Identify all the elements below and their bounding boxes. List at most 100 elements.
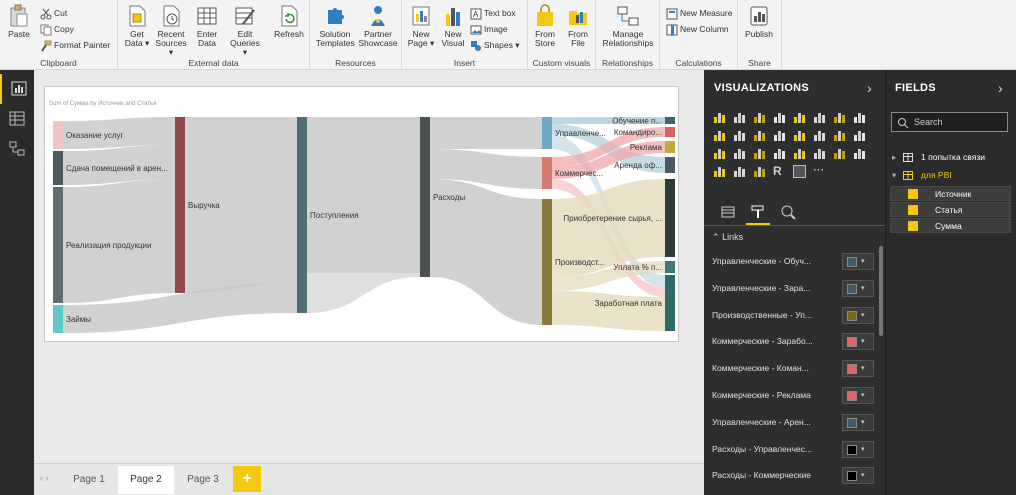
tab-page-3[interactable]: Page 3 [175,466,231,494]
sankey-node-training[interactable] [665,117,675,124]
data-view-button[interactable] [0,104,34,134]
color-picker-dropdown[interactable]: ▾ [842,360,874,378]
refresh-button[interactable]: Refresh [272,4,306,56]
stacked-area-icon[interactable] [713,129,726,142]
solution-templates-button[interactable]: Solution Templates [316,4,355,56]
filled-map-icon[interactable] [753,147,766,160]
slicer-icon[interactable] [713,165,726,178]
sankey-node-rent_in[interactable] [53,151,63,185]
fields-tab-icon[interactable] [720,204,736,220]
collapse-fields-icon[interactable]: › [998,80,1003,96]
pie-chart-icon[interactable] [833,129,846,142]
stacked-column-icon[interactable] [733,111,746,124]
checkbox-checked-icon[interactable] [908,205,918,215]
waterfall-icon[interactable] [793,129,806,142]
sankey-node-commercial[interactable] [542,157,552,189]
color-picker-dropdown[interactable]: ▾ [842,440,874,458]
from-file-button[interactable]: From File [561,4,595,56]
clustered-bar-icon[interactable] [753,111,766,124]
text-box-button[interactable]: A Text box [470,6,516,20]
new-measure-button[interactable]: New Measure [666,6,732,20]
field-item[interactable]: Источник [890,186,1011,201]
line-column-icon[interactable] [733,129,746,142]
sankey-node-travel[interactable] [665,127,675,137]
funnel-icon[interactable] [773,147,786,160]
get-data-button[interactable]: Get Data ▾ [120,4,154,56]
partner-showcase-button[interactable]: Partner Showcase [358,4,398,56]
more-visuals-icon[interactable]: ⋯ [813,165,826,178]
from-store-button[interactable]: From Store [528,4,562,56]
sankey-node-revenue[interactable] [175,117,185,293]
sankey-node-ads[interactable] [665,141,675,153]
sankey-node-office_rent[interactable] [665,157,675,173]
sankey-node-loans[interactable] [53,305,63,333]
sankey-link[interactable] [430,117,542,149]
enter-data-button[interactable]: Enter Data [190,4,224,56]
sankey-link[interactable] [307,273,420,313]
stacked-bar-icon[interactable] [713,111,726,124]
color-picker-dropdown[interactable]: ▾ [842,413,874,431]
publish-button[interactable]: Publish [742,4,776,56]
table-item-1[interactable]: ▸ 1 попытка связи [892,152,985,163]
new-page-button[interactable]: New Page ▾ [404,4,438,56]
tab-page-2[interactable]: Page 2 [118,466,174,494]
gauge-icon[interactable] [793,147,806,160]
treemap-icon[interactable] [713,147,726,160]
edit-queries-button[interactable]: Edit Queries ▾ [228,4,262,57]
100-column-icon[interactable] [813,111,826,124]
new-visual-button[interactable]: New Visual [436,4,470,56]
multirow-card-icon[interactable] [833,147,846,160]
image-button[interactable]: Image [470,22,508,36]
field-item[interactable]: Статья [890,202,1011,217]
sankey-node-production[interactable] [542,199,552,325]
r-visual-icon[interactable]: R [773,165,786,178]
fields-search-input[interactable]: Search [891,112,1008,132]
custom-visual-icon[interactable] [793,165,806,178]
sankey-node-interest[interactable] [665,261,675,273]
sankey-node-products[interactable] [53,187,63,303]
card-icon[interactable] [813,147,826,160]
sankey-node-mgmt[interactable] [542,117,552,149]
sankey-visual[interactable]: Оказание услуг Сдача помещений в арен... Р… [44,86,679,342]
analytics-magnifier-icon[interactable] [780,204,796,220]
clustered-column-icon[interactable] [773,111,786,124]
field-item[interactable]: Сумма [890,218,1011,233]
color-picker-dropdown[interactable]: ▾ [842,253,874,270]
relationships-view-button[interactable] [0,134,34,164]
format-painter-button[interactable]: Format Painter [40,38,110,52]
copy-button[interactable]: Copy [40,22,74,36]
donut-chart-icon[interactable] [853,129,866,142]
paste-button[interactable]: Paste [4,4,34,56]
color-picker-dropdown[interactable]: ▾ [842,333,874,351]
links-section-header[interactable]: ⌃ Links [712,232,743,243]
sankey-node-raw[interactable] [665,179,675,257]
sankey-link[interactable] [552,291,665,331]
sankey-node-salary[interactable] [665,275,675,331]
kpi-icon[interactable] [853,147,866,160]
100-bar-icon[interactable] [793,111,806,124]
manage-relationships-button[interactable]: Manage Relationships [598,4,658,56]
recent-sources-button[interactable]: Recent Sources ▾ [154,4,188,57]
page-scroll-arrows[interactable]: ‹ › [40,473,49,483]
sankey-link[interactable] [307,117,420,273]
ribbon-chart-icon[interactable] [773,129,786,142]
color-picker-dropdown[interactable]: ▾ [842,467,874,485]
line-chart-icon[interactable] [833,111,846,124]
table-item-2[interactable]: ▾ для PBI [892,170,952,181]
format-paint-roller-icon[interactable] [750,204,766,220]
cut-button[interactable]: Cut [40,6,67,20]
report-view-button[interactable] [0,74,34,104]
map-icon[interactable] [733,147,746,160]
shapes-button[interactable]: Shapes ▾ [470,38,519,52]
sankey-node-expenses[interactable] [420,117,430,277]
tab-page-1[interactable]: Page 1 [61,466,117,494]
area-chart-icon[interactable] [853,111,866,124]
new-column-button[interactable]: New Column [666,22,729,36]
add-page-button[interactable]: + [233,466,261,492]
table-visual-icon[interactable] [733,165,746,178]
collapse-visualizations-icon[interactable]: › [867,80,872,96]
scatter-icon[interactable] [813,129,826,142]
color-picker-dropdown[interactable]: ▾ [842,387,874,404]
checkbox-checked-icon[interactable] [908,221,918,231]
sankey-node-receipts[interactable] [297,117,307,313]
